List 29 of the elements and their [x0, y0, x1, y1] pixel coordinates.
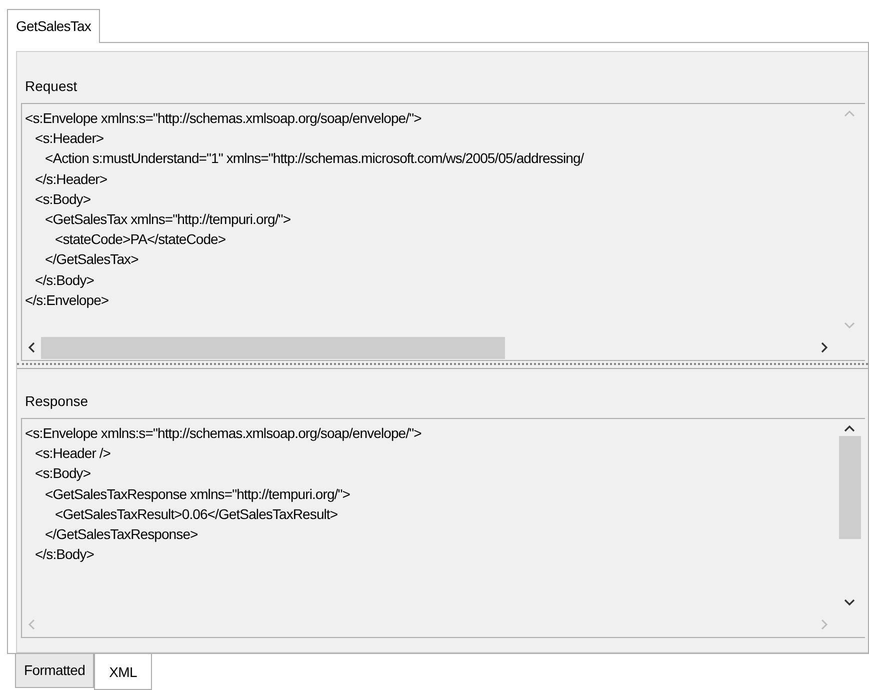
- code-line: <s:Body>: [35, 465, 91, 482]
- code-line: </s:Body>: [35, 546, 94, 562]
- code-line: <s:Header />: [35, 445, 111, 462]
- scrollbar-thumb[interactable]: [838, 436, 860, 540]
- tab[interactable]: Formatted: [15, 654, 94, 688]
- code-line: <s:Header>: [35, 130, 104, 146]
- code-line: <s:Envelope xmlns:s="http://schemas.xmlsoap.org/soap/envelope/">: [25, 110, 422, 126]
- code-line: </GetSalesTax>: [45, 251, 138, 268]
- tab[interactable]: XML: [94, 654, 152, 690]
- code-line: </s:Envelope>: [25, 292, 109, 308]
- scrollbar-thumb[interactable]: [41, 336, 506, 358]
- code-line: </s:Header>: [35, 170, 108, 187]
- code-line: <s:Envelope xmlns:s="http://schemas.xmlsoap.org/soap/envelope/">: [25, 425, 422, 441]
- scroll-down-icon[interactable]: [844, 599, 855, 606]
- scroll-up-icon[interactable]: [844, 425, 855, 432]
- scroll-left-icon[interactable]: [28, 342, 35, 353]
- splitter[interactable]: [17, 363, 868, 369]
- section-label: Request: [24, 77, 78, 96]
- code-line: </s:Body>: [35, 272, 94, 288]
- code-line: <Action s:mustUnderstand="1" xmlns="http://schemas.microsoft.com/ws/2005/05/addressing/: [45, 150, 584, 166]
- code-line: </GetSalesTaxResponse>: [45, 526, 198, 542]
- code-line: <GetSalesTax xmlns="http://tempuri.org/">: [45, 211, 291, 228]
- code-line: <GetSalesTaxResult>0.06</GetSalesTaxResult>: [55, 506, 338, 522]
- code-line: <stateCode>PA</stateCode>: [55, 231, 226, 248]
- tab[interactable]: GetSalesTax: [7, 9, 100, 43]
- code-line: <s:Body>: [35, 190, 91, 207]
- section-label: Response: [24, 392, 90, 411]
- code-line: <GetSalesTaxResponse xmlns="http://tempuri.org/">: [45, 486, 350, 502]
- scroll-right-icon[interactable]: [821, 342, 828, 353]
